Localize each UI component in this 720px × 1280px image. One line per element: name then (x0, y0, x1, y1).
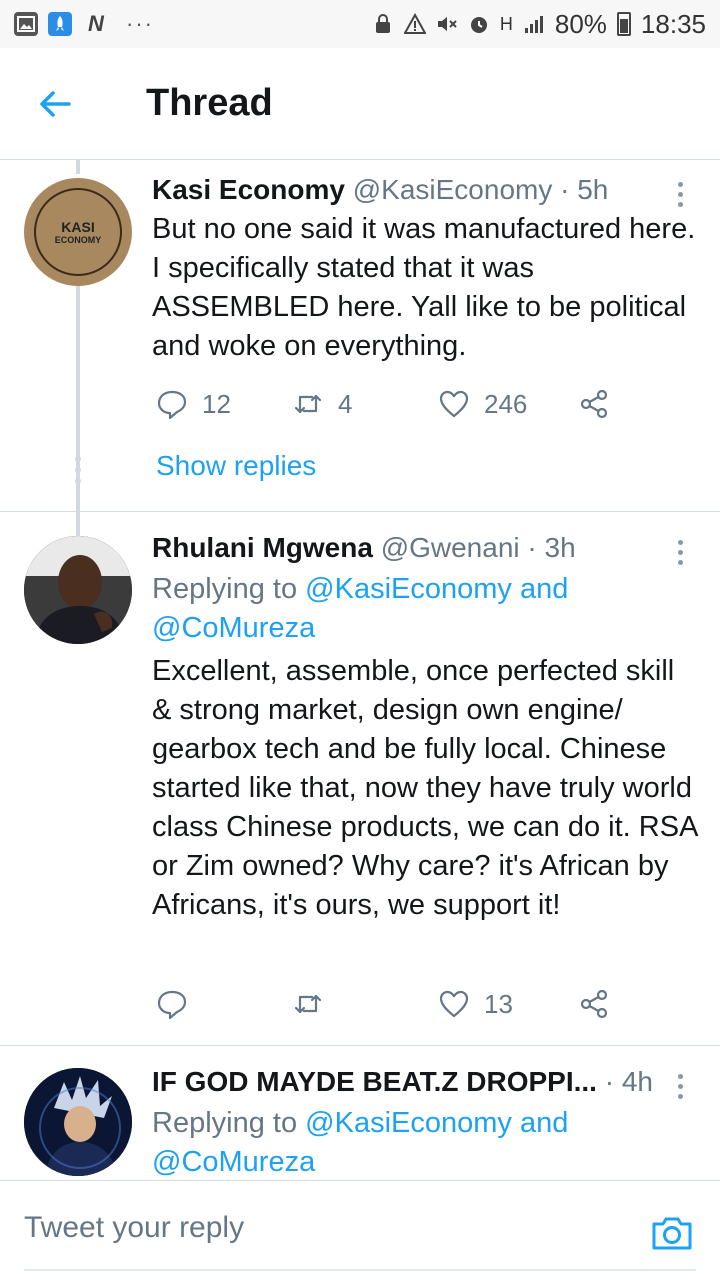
share-icon (580, 989, 608, 1019)
page-title: Thread (146, 82, 273, 124)
show-replies-link[interactable]: Show replies (156, 450, 316, 482)
tweet[interactable]: KASI ECONOMY Kasi Economy @KasiEconomy ·… (0, 160, 720, 576)
like-button[interactable]: 246 (438, 384, 527, 424)
rocket-icon (48, 12, 72, 36)
reply-composer: Tweet your reply (0, 1180, 720, 1280)
tweet-text: Excellent, assemble, once perfected skil… (152, 655, 697, 921)
display-name[interactable]: Rhulani Mgwena (152, 532, 373, 563)
replying-to-prefix: Replying to (152, 1107, 306, 1139)
mention-link[interactable]: @CoMureza (152, 612, 315, 644)
display-name[interactable]: IF GOD MAYDE BEAT.Z DROPPI... (152, 1066, 597, 1097)
share-button[interactable] (578, 384, 610, 424)
replying-to-prefix: Replying to (152, 573, 306, 605)
tweet[interactable]: IF GOD MAYDE BEAT.Z DROPPI... · 4h Reply… (0, 1046, 720, 1180)
reply-input-underline (24, 1269, 696, 1271)
like-icon (439, 990, 469, 1018)
like-count: 246 (484, 388, 528, 419)
tweet-header: IF GOD MAYDE BEAT.Z DROPPI... · 4h (152, 1064, 700, 1100)
camera-icon (652, 1217, 692, 1250)
tweet[interactable]: Rhulani Mgwena @Gwenani · 3h Replying to… (0, 512, 720, 1046)
warning-icon (403, 13, 426, 34)
tweet-actions: 13 (152, 984, 672, 1024)
reply-button[interactable] (156, 984, 188, 1024)
profile-photo (24, 1068, 132, 1176)
retweet-icon (294, 994, 322, 1014)
thread-continuation-dots (75, 456, 81, 484)
share-button[interactable] (578, 984, 610, 1024)
replying-to: Replying to @KasiEconomy and @CoMureza (152, 1104, 700, 1180)
handle[interactable]: @KasiEconomy (353, 174, 553, 205)
replying-to-and[interactable]: and (512, 573, 568, 605)
avatar-logo-text: KASI (61, 219, 95, 235)
reply-button[interactable]: 12 (156, 384, 231, 424)
reply-icon (157, 990, 187, 1020)
mention-link[interactable]: @KasiEconomy (305, 573, 512, 605)
like-count: 13 (484, 988, 513, 1019)
reply-input[interactable]: Tweet your reply (24, 1211, 244, 1245)
avatar-logo-subtext: ECONOMY (54, 235, 102, 245)
more-icon[interactable] (666, 1066, 694, 1106)
system-indicators: H 80% 18:35 (372, 9, 706, 40)
tweet-body: Kasi Economy @KasiEconomy · 5h But no on… (152, 172, 700, 366)
camera-button[interactable] (650, 1211, 694, 1255)
tweet-body: Rhulani Mgwena @Gwenani · 3h Replying to… (152, 530, 700, 925)
replying-to: Replying to @KasiEconomy and @CoMureza (152, 570, 700, 648)
lock-icon (375, 14, 390, 33)
like-button[interactable]: 13 (438, 984, 513, 1024)
signal-icon (524, 16, 543, 33)
timestamp: · 3h (527, 532, 576, 563)
like-icon (439, 390, 469, 418)
avatar[interactable] (24, 536, 132, 644)
reply-count: 12 (202, 388, 231, 419)
notification-icons: N ··· (14, 11, 154, 37)
avatar[interactable] (24, 1068, 132, 1176)
retweet-icon (294, 394, 322, 414)
handle[interactable]: @Gwenani (381, 532, 520, 563)
mention-link[interactable]: @CoMureza (152, 1146, 315, 1178)
network-type-label: H (499, 13, 513, 34)
retweet-button[interactable]: 4 (292, 384, 352, 424)
mute-icon (437, 17, 457, 31)
battery-icon (616, 12, 631, 36)
tweet-body: IF GOD MAYDE BEAT.Z DROPPI... · 4h Reply… (152, 1064, 700, 1180)
more-notifications-indicator: ··· (126, 11, 154, 36)
kasi-logo: KASI ECONOMY (34, 188, 122, 276)
profile-photo (24, 536, 132, 644)
tweet-header: Rhulani Mgwena @Gwenani · 3h (152, 530, 700, 566)
alarm-icon (470, 17, 487, 33)
battery-percent: 80% (554, 8, 607, 39)
tweet-header: Kasi Economy @KasiEconomy · 5h (152, 172, 700, 208)
back-button[interactable] (0, 48, 110, 160)
retweet-count: 4 (338, 388, 353, 419)
mention-link[interactable]: @KasiEconomy (305, 1107, 512, 1139)
top-app-bar: Thread (0, 48, 720, 160)
thread-line-top (76, 160, 80, 174)
tweet-actions: 12 4 246 (152, 384, 672, 424)
news-app-icon: N (88, 11, 104, 36)
reply-icon (157, 390, 187, 420)
timestamp: · 4h (604, 1066, 653, 1097)
timestamp: · 5h (560, 174, 609, 205)
more-icon[interactable] (666, 174, 694, 214)
tweet-text: But no one said it was manufactured here… (152, 213, 696, 362)
gallery-icon (14, 12, 38, 36)
retweet-button[interactable] (292, 984, 324, 1024)
share-icon (580, 389, 608, 419)
status-bar: N ··· H 80% 18:35 (0, 0, 720, 48)
display-name[interactable]: Kasi Economy (152, 174, 345, 205)
more-icon[interactable] (666, 532, 694, 572)
avatar[interactable]: KASI ECONOMY (24, 178, 132, 286)
replying-to-and[interactable]: and (512, 1107, 568, 1139)
back-arrow-icon (40, 90, 71, 117)
clock: 18:35 (640, 8, 706, 39)
